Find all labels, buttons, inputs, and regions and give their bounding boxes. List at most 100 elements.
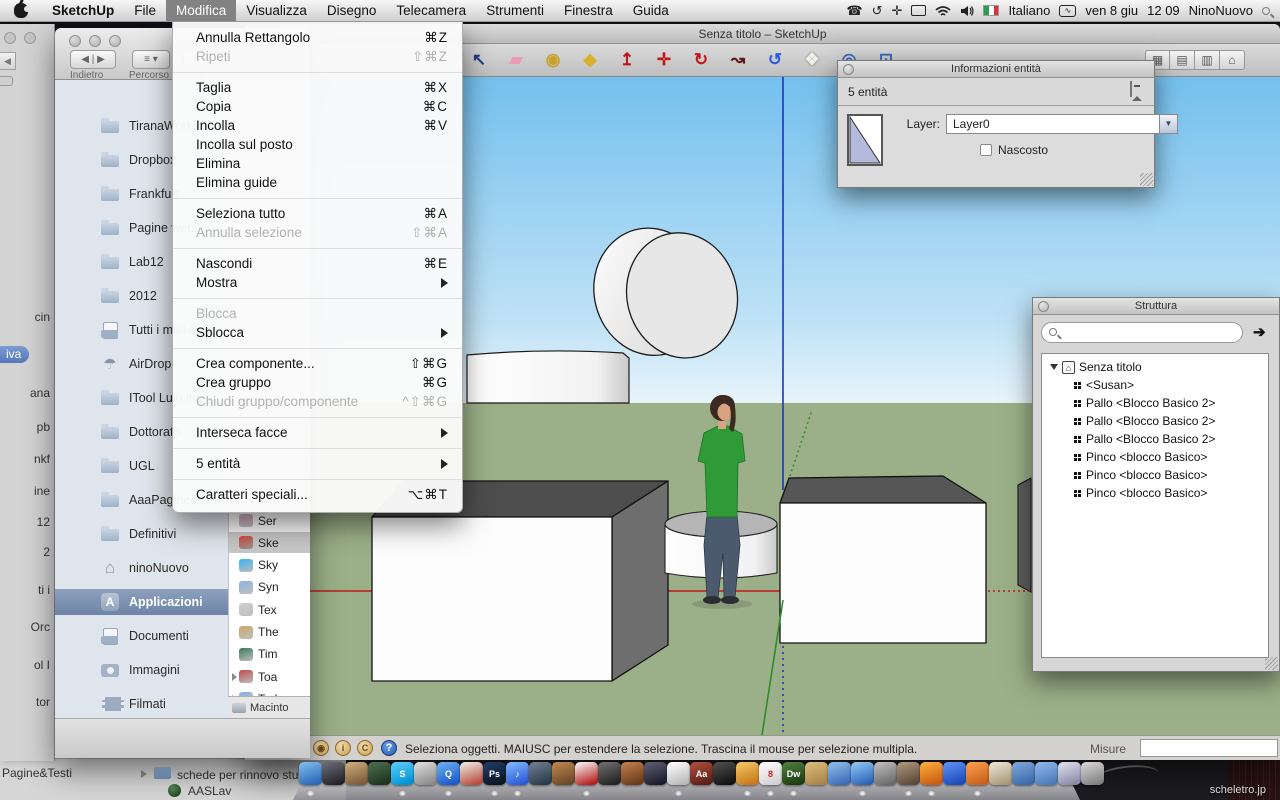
traffic-light-icon[interactable] bbox=[24, 32, 36, 44]
model-cylinder-large[interactable] bbox=[467, 351, 629, 403]
dock-icon-stack-cards[interactable] bbox=[1058, 762, 1081, 796]
eraser-tool-icon[interactable]: ▰ bbox=[504, 48, 528, 72]
sidebar-item-applicazioni[interactable]: Applicazioni bbox=[55, 589, 228, 615]
chevron-down-icon[interactable] bbox=[1050, 364, 1058, 370]
zoom-window-icon[interactable] bbox=[109, 35, 121, 47]
menubar-item-file[interactable]: File bbox=[124, 0, 166, 21]
measurements-input[interactable] bbox=[1140, 739, 1278, 757]
outliner-root-row[interactable]: ⌂ Senza titolo bbox=[1042, 358, 1268, 376]
chevron-down-icon[interactable]: ▼ bbox=[1159, 115, 1177, 133]
sidebar-item-documenti[interactable]: Documenti bbox=[55, 623, 228, 649]
traffic-light-icon[interactable] bbox=[4, 32, 16, 44]
view-options-button[interactable]: ≡ ▾ bbox=[132, 50, 170, 69]
outliner-item[interactable]: Pinco <blocco Basico> bbox=[1042, 466, 1268, 484]
dock-icon-dictionary[interactable]: Aa bbox=[690, 762, 713, 796]
menu-item-20[interactable]: Crea gruppo⌘G bbox=[173, 373, 462, 392]
dock-icon-screen-saver[interactable] bbox=[874, 762, 897, 796]
dock-icon-acrobat[interactable] bbox=[575, 762, 598, 796]
orbit-tool-icon[interactable]: ↺ bbox=[763, 48, 787, 72]
top-view-button[interactable]: ▤ bbox=[1170, 50, 1195, 70]
close-icon[interactable] bbox=[843, 64, 854, 75]
dock-icon-pencil[interactable] bbox=[989, 762, 1012, 796]
close-icon[interactable] bbox=[1038, 301, 1049, 312]
outliner-item[interactable]: <Susan> bbox=[1042, 376, 1268, 394]
disclosure-triangle-icon[interactable] bbox=[232, 673, 237, 681]
wifi-icon[interactable] bbox=[935, 5, 951, 17]
italian-flag-icon[interactable] bbox=[983, 5, 999, 16]
details-button[interactable]: ➔ bbox=[1253, 322, 1273, 343]
outliner-item[interactable]: Pallo <Blocco Basico 2> bbox=[1042, 394, 1268, 412]
menu-item-7[interactable]: Elimina bbox=[173, 154, 462, 173]
file-row-toa[interactable]: Toa bbox=[229, 666, 310, 687]
desktop-file-label[interactable]: scheletro.jp bbox=[1210, 784, 1266, 796]
push-pull-tool-icon[interactable]: ↥ bbox=[615, 48, 639, 72]
input-language[interactable]: Italiano bbox=[1008, 3, 1050, 18]
dock-icon-folder-tan[interactable] bbox=[805, 762, 828, 796]
menu-item-4[interactable]: Copia⌘C bbox=[173, 97, 462, 116]
power-meter-icon[interactable]: ∿ bbox=[1059, 5, 1076, 17]
file-row-ske[interactable]: Ske bbox=[229, 532, 310, 553]
file-row-ser[interactable]: Ser bbox=[229, 510, 310, 531]
menu-item-19[interactable]: Crea componente...⇧⌘G bbox=[173, 354, 462, 373]
help-icon[interactable]: ? bbox=[381, 740, 397, 756]
spotlight-icon[interactable] bbox=[1262, 7, 1270, 15]
apple-menu-icon[interactable] bbox=[14, 3, 28, 18]
volume-icon[interactable] bbox=[960, 5, 974, 17]
hidden-checkbox[interactable] bbox=[980, 144, 992, 156]
paint-bucket-tool-icon[interactable]: ◆ bbox=[578, 48, 602, 72]
pan-tool-icon[interactable]: ❖ bbox=[800, 48, 824, 72]
menu-item-6[interactable]: Incolla sul posto bbox=[173, 135, 462, 154]
status-medal-icon-2[interactable]: i bbox=[335, 740, 351, 756]
dock-icon-textedit[interactable] bbox=[667, 762, 690, 796]
path-item[interactable]: Macinto bbox=[250, 702, 289, 714]
dock-icon-notes[interactable] bbox=[736, 762, 759, 796]
menubar-user[interactable]: NinoNuovo bbox=[1189, 3, 1253, 18]
dock-icon-dreamweaver[interactable]: Dw bbox=[782, 762, 805, 796]
dock-icon-ink-pen[interactable] bbox=[713, 762, 736, 796]
dock-icon-garageband[interactable] bbox=[552, 762, 575, 796]
tape-measure-tool-icon[interactable]: ◉ bbox=[541, 48, 565, 72]
sidebar-item-immagini[interactable]: Immagini bbox=[55, 657, 228, 683]
dock-icon-trash[interactable] bbox=[1081, 762, 1104, 796]
resize-grip[interactable] bbox=[1265, 657, 1278, 670]
outliner-titlebar[interactable]: Struttura bbox=[1033, 298, 1279, 315]
dock-icon-preview[interactable] bbox=[828, 762, 851, 796]
dock-icon-finder[interactable] bbox=[299, 762, 322, 796]
menu-item-14[interactable]: Mostra bbox=[173, 273, 462, 292]
menu-item-17[interactable]: Sblocca bbox=[173, 323, 462, 342]
dock-icon-sync[interactable] bbox=[943, 762, 966, 796]
dock-icon-idvd[interactable] bbox=[414, 762, 437, 796]
status-medal-icon-3[interactable]: C bbox=[357, 740, 373, 756]
outliner-item[interactable]: Pallo <Blocco Basico 2> bbox=[1042, 412, 1268, 430]
menu-item-23[interactable]: Interseca facce bbox=[173, 423, 462, 442]
dock-icon-camera[interactable] bbox=[621, 762, 644, 796]
dock-icon-quicktime[interactable]: Q bbox=[437, 762, 460, 796]
menubar-item-visualizza[interactable]: Visualizza bbox=[236, 0, 317, 21]
outliner-item[interactable]: Pallo <Blocco Basico 2> bbox=[1042, 430, 1268, 448]
menubar-item-finestra[interactable]: Finestra bbox=[554, 0, 623, 21]
disclosure-triangle-icon[interactable] bbox=[141, 770, 147, 778]
model-box-fragment[interactable] bbox=[1018, 478, 1031, 592]
dock-icon-ical[interactable]: 8 bbox=[759, 762, 782, 796]
sidebar-item-definitivi[interactable]: Definitivi bbox=[55, 521, 228, 547]
back-button[interactable]: ◀ bbox=[0, 52, 16, 70]
follow-me-tool-icon[interactable]: ↝ bbox=[726, 48, 750, 72]
dock-icon-dashboard[interactable] bbox=[322, 762, 345, 796]
collapse-button[interactable] bbox=[1130, 82, 1146, 100]
entity-info-titlebar[interactable]: Informazioni entità bbox=[838, 61, 1154, 78]
resize-grip[interactable] bbox=[1140, 173, 1153, 186]
status-medal-icon-1[interactable]: ◉ bbox=[313, 740, 329, 756]
menubar-item-telecamera[interactable]: Telecamera bbox=[386, 0, 476, 21]
menubar-item-disegno[interactable]: Disegno bbox=[317, 0, 387, 21]
model-box-right[interactable] bbox=[780, 476, 986, 643]
menu-item-25[interactable]: 5 entità bbox=[173, 454, 462, 473]
dock-icon-folder-docs[interactable] bbox=[1035, 762, 1058, 796]
menubar-item-guida[interactable]: Guida bbox=[623, 0, 679, 21]
dock-icon-photoshop[interactable]: Ps bbox=[483, 762, 506, 796]
layer-dropdown[interactable]: Layer0 ▼ bbox=[946, 114, 1178, 134]
dock-icon-dvd-player[interactable] bbox=[529, 762, 552, 796]
menu-item-13[interactable]: Nascondi⌘E bbox=[173, 254, 462, 273]
minimize-icon[interactable] bbox=[89, 35, 101, 47]
dock-icon-folder-apps[interactable] bbox=[1012, 762, 1035, 796]
outliner-item[interactable]: Pinco <blocco Basico> bbox=[1042, 484, 1268, 502]
